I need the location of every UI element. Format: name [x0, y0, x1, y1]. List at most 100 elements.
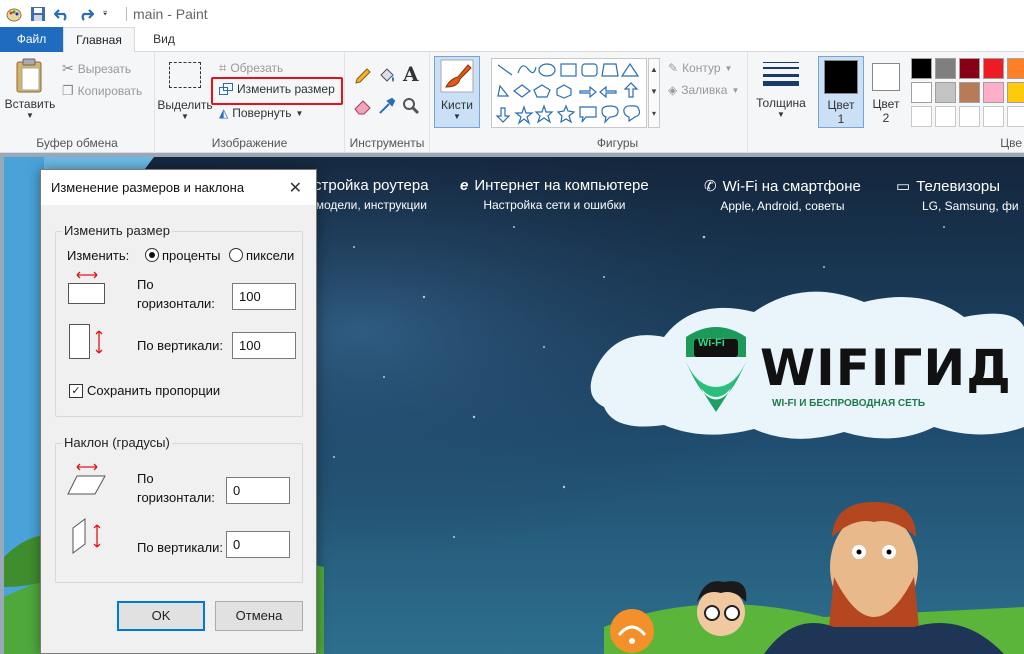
keep-ratio-label[interactable]: Сохранить пропорции — [87, 383, 220, 398]
close-icon[interactable]: ✕ — [289, 178, 302, 198]
image-group-label: Изображение — [211, 136, 288, 150]
palette-swatch[interactable] — [1007, 82, 1024, 103]
site-nav-tv-title: Телевизоры — [916, 178, 1000, 195]
paste-label: Вставить — [4, 97, 56, 111]
tools-group-label: Инструменты — [349, 136, 425, 150]
shapes-group-label: Фигуры — [596, 136, 639, 150]
vertical-resize-icon — [69, 324, 103, 359]
skew-horizontal-input[interactable]: 0 — [226, 477, 290, 504]
color-picker-icon[interactable] — [377, 96, 397, 116]
paste-button[interactable]: Вставить ▼ — [4, 58, 56, 120]
crop-icon: ⌗ — [219, 60, 227, 75]
outline-button[interactable]: ✎ Контур ▼ — [668, 61, 732, 75]
site-nav-tv-subtitle: LG, Samsung, фи — [922, 199, 1019, 213]
paint-app-icon[interactable] — [6, 6, 22, 22]
window-title: main - Paint — [133, 5, 208, 22]
logo-tagline: WI-FI И БЕСПРОВОДНАЯ СЕТЬ — [772, 398, 926, 409]
color2-button[interactable]: Цвет 2 — [867, 56, 905, 128]
logo-title: WIFIГИД — [760, 339, 1012, 397]
redo-icon[interactable] — [78, 6, 94, 22]
palette-swatch[interactable] — [1007, 106, 1024, 127]
palette-swatch[interactable] — [959, 106, 980, 127]
resize-horizontal-input[interactable]: 100 — [232, 283, 296, 310]
fill-button[interactable]: ◈ Заливка ▼ — [668, 83, 739, 97]
site-nav-smartphone-title: Wi-Fi на смартфоне — [722, 178, 861, 195]
customize-toolbar-icon[interactable] — [102, 6, 112, 22]
shapes-scroll[interactable]: ▲ ▼ ▾ — [648, 58, 660, 128]
copy-button[interactable]: ❐ Копировать — [62, 83, 142, 99]
magnifier-icon[interactable] — [401, 96, 421, 116]
site-nav-smartphone: ✆ Wi-Fi на смартфоне Apple, Android, сове… — [704, 177, 861, 213]
color1-button[interactable]: Цвет 1 — [818, 56, 864, 128]
paint-window: main - Paint Файл Главная Вид Вставить ▼… — [0, 0, 1024, 654]
title-separator — [126, 6, 127, 21]
palette-swatch[interactable] — [959, 82, 980, 103]
logo-badge: Wi-Fi — [698, 337, 725, 349]
eraser-icon[interactable] — [353, 96, 373, 116]
rotate-button[interactable]: ◭ Повернуть ▼ — [219, 106, 303, 120]
palette-swatch[interactable] — [935, 58, 956, 79]
palette-swatch[interactable] — [983, 58, 1004, 79]
ok-button[interactable]: OK — [117, 601, 205, 631]
site-nav-router-subtitle: модели, инструкции — [315, 198, 427, 212]
color1-swatch — [824, 60, 858, 94]
color2-label: Цвет — [872, 97, 900, 111]
palette-swatch[interactable] — [911, 106, 932, 127]
undo-icon[interactable] — [54, 6, 70, 22]
crop-button[interactable]: ⌗ Обрезать — [219, 60, 283, 76]
resize-horizontal-label-2: горизонтали: — [137, 296, 215, 311]
clipboard-group-label: Буфер обмена — [36, 136, 118, 150]
skew-horizontal-label-2: горизонтали: — [137, 490, 215, 505]
palette-swatch[interactable] — [983, 82, 1004, 103]
crop-label: Обрезать — [230, 61, 284, 75]
dialog-title: Изменение размеров и наклона — [41, 170, 316, 205]
ie-icon: e — [460, 177, 469, 194]
quick-access-toolbar — [6, 6, 112, 22]
cancel-button[interactable]: Отмена — [215, 601, 303, 631]
site-nav-router: стройка роутера модели, инструкции — [314, 177, 429, 212]
tv-icon: ▭ — [896, 178, 911, 195]
palette-swatch[interactable] — [935, 106, 956, 127]
title-bar: main - Paint — [0, 0, 1024, 27]
skew-legend: Наклон (градусы) — [62, 435, 172, 450]
pencil-icon[interactable] — [353, 66, 373, 86]
palette-swatch[interactable] — [1007, 58, 1024, 79]
glasses-man-illustration — [697, 581, 747, 636]
percent-radio[interactable] — [145, 248, 159, 262]
tab-file[interactable]: Файл — [0, 27, 63, 52]
pixels-label[interactable]: пиксели — [246, 248, 294, 263]
palette-swatch[interactable] — [959, 58, 980, 79]
site-nav-internet-title: Интернет на компьютере — [474, 177, 649, 194]
fill-icon: ◈ — [668, 83, 678, 97]
outline-dropdown-icon: ▼ — [724, 63, 733, 73]
palette-swatch[interactable] — [911, 82, 932, 103]
pixels-radio[interactable] — [229, 248, 243, 262]
percent-label[interactable]: проценты — [162, 248, 221, 263]
line-thickness-icon — [763, 58, 799, 90]
tab-view[interactable]: Вид — [140, 27, 188, 52]
text-tool-icon[interactable]: A — [403, 62, 419, 86]
save-icon[interactable] — [30, 6, 46, 22]
palette-swatch[interactable] — [935, 82, 956, 103]
brushes-button[interactable]: Кисти ▼ — [434, 56, 480, 128]
palette-swatch[interactable] — [911, 58, 932, 79]
tab-home[interactable]: Главная — [63, 27, 135, 53]
keep-ratio-checkbox[interactable]: ✓ — [69, 384, 83, 398]
shapes-group: ▲ ▼ ▾ ✎ Контур ▼ ◈ Заливка ▼ Фигуры — [488, 52, 748, 153]
fill-bucket-icon[interactable] — [377, 66, 397, 86]
shapes-gallery[interactable] — [491, 58, 647, 128]
skew-vertical-label: По вертикали: — [137, 540, 223, 555]
paste-dropdown-icon: ▼ — [26, 111, 34, 120]
ribbon: Вставить ▼ ✂ Вырезать ❐ Копировать Буфер о… — [0, 52, 1024, 153]
clipboard-group: Вставить ▼ ✂ Вырезать ❐ Копировать Буфер о… — [0, 52, 155, 153]
site-nav-tv: ▭ Телевизоры LG, Samsung, фи — [896, 177, 1019, 213]
palette-swatch[interactable] — [983, 106, 1004, 127]
cut-button[interactable]: ✂ Вырезать — [62, 60, 131, 77]
size-button[interactable]: Толщина ▼ — [750, 58, 812, 119]
rotate-icon: ◭ — [219, 106, 229, 120]
select-button[interactable]: Выделить ▼ — [157, 62, 213, 121]
skew-vertical-input[interactable]: 0 — [226, 531, 290, 558]
site-nav-internet-subtitle: Настройка сети и ошибки — [483, 198, 626, 212]
resize-vertical-input[interactable]: 100 — [232, 332, 296, 359]
resize-by-label: Изменить: — [67, 248, 130, 263]
